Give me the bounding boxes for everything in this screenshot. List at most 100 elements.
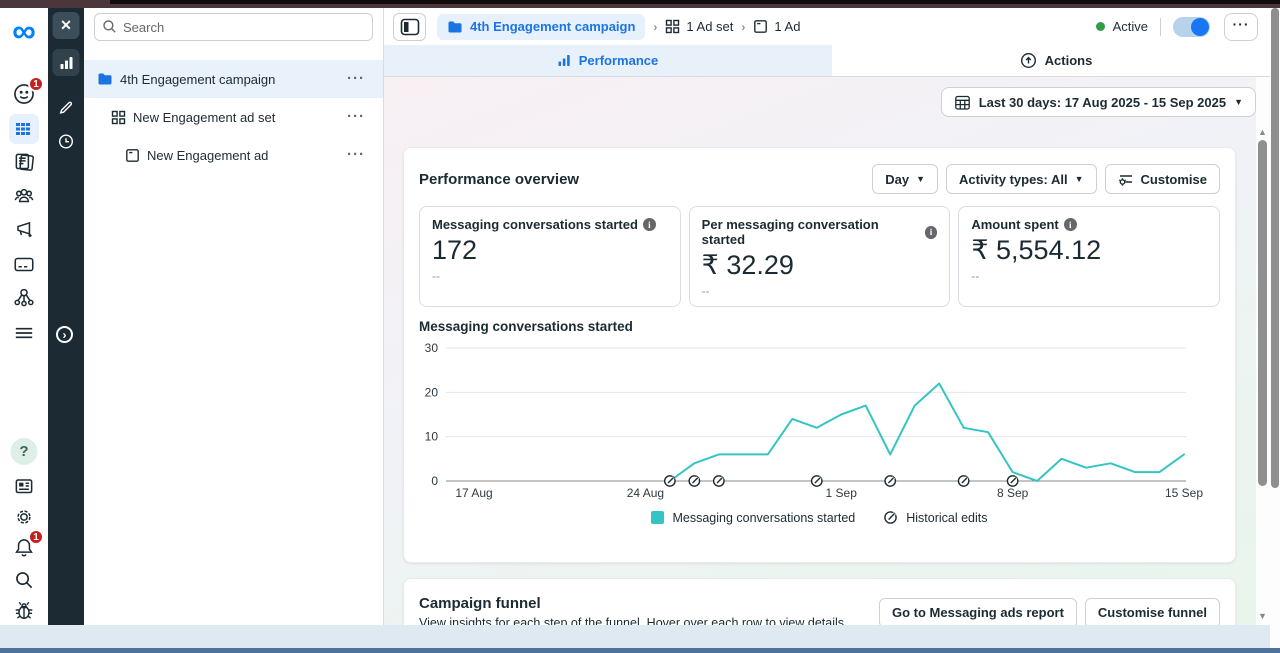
home-badge: 1 xyxy=(28,76,44,92)
info-icon[interactable]: i xyxy=(925,226,938,239)
ad-set-icon xyxy=(111,110,126,125)
campaigns-nav-button[interactable] xyxy=(9,114,39,144)
info-icon[interactable]: i xyxy=(643,218,656,231)
notifications-button[interactable]: 1 xyxy=(12,535,36,559)
date-range-button[interactable]: Last 30 days: 17 Aug 2025 - 15 Sep 2025 … xyxy=(941,87,1256,117)
whats-new-button[interactable] xyxy=(12,474,36,498)
svg-text:24 Aug: 24 Aug xyxy=(627,486,664,500)
folder-icon xyxy=(97,71,113,87)
metric-amount-spent: Amount spenti ₹ 5,554.12 -- xyxy=(958,206,1220,307)
charts-panel-button[interactable] xyxy=(53,49,80,76)
breadcrumb-label: 1 Ad xyxy=(774,19,800,34)
settings-button[interactable] xyxy=(12,505,36,529)
breadcrumb-ad-set[interactable]: 1 Ad set xyxy=(665,19,733,34)
search-icon xyxy=(12,568,36,592)
folder-icon xyxy=(447,19,463,35)
search-input[interactable] xyxy=(94,13,373,41)
metric-value: 172 xyxy=(432,235,668,266)
expand-rail-button[interactable]: › xyxy=(56,326,73,343)
metric-label: Per messaging conversation started xyxy=(702,217,920,247)
clock-icon xyxy=(58,133,75,150)
campaigns-table-icon xyxy=(13,118,35,140)
close-panel-button[interactable]: ✕ xyxy=(53,12,80,39)
collapse-sidebar-button[interactable] xyxy=(393,13,426,41)
scroll-content: Last 30 days: 17 Aug 2025 - 15 Sep 2025 … xyxy=(384,77,1256,625)
history-panel-button[interactable] xyxy=(53,128,80,155)
button-label: Customise xyxy=(1141,172,1207,187)
chart-legend: Messaging conversations started Historic… xyxy=(404,510,1235,525)
bar-chart-icon xyxy=(58,55,74,71)
window-footer-strip xyxy=(0,625,1280,648)
report-problem-button[interactable] xyxy=(12,598,36,622)
breadcrumb-label: 4th Engagement campaign xyxy=(470,19,635,34)
series-swatch xyxy=(651,511,664,524)
notifications-badge: 1 xyxy=(28,529,44,545)
messaging-ads-report-button[interactable]: Go to Messaging ads report xyxy=(879,598,1077,626)
legend-label: Messaging conversations started xyxy=(672,511,855,525)
newspaper-icon xyxy=(12,474,36,498)
metric-delta: -- xyxy=(702,284,938,298)
tree-row-campaign[interactable]: 4th Engagement campaign ··· xyxy=(84,60,383,98)
metric-delta: -- xyxy=(971,269,1207,283)
edit-panel-button[interactable] xyxy=(53,92,80,119)
scroll-up-arrow[interactable]: ▲ xyxy=(1256,127,1269,137)
tree-row-ad-set[interactable]: New Engagement ad set ··· xyxy=(84,98,383,136)
main-header: 4th Engagement campaign › 1 Ad set › 1 A… xyxy=(384,8,1280,45)
active-toggle[interactable] xyxy=(1173,17,1210,37)
customise-funnel-button[interactable]: Customise funnel xyxy=(1085,598,1220,626)
svg-text:17 Aug: 17 Aug xyxy=(455,486,492,500)
meta-logo-icon[interactable]: ∞ xyxy=(12,16,36,46)
window-title-strip xyxy=(0,0,1280,8)
legend-historical-edits: Historical edits xyxy=(883,510,987,525)
billing-button[interactable] xyxy=(12,252,36,276)
assets-button[interactable] xyxy=(12,285,36,309)
svg-text:15 Sep: 15 Sep xyxy=(1165,486,1203,500)
status-dot xyxy=(1096,22,1105,31)
breadcrumb-campaign[interactable]: 4th Engagement campaign xyxy=(437,14,645,40)
svg-text:20: 20 xyxy=(425,385,439,399)
audiences-button[interactable] xyxy=(12,184,36,208)
menu-lines-icon xyxy=(12,321,36,345)
tab-actions[interactable]: Actions xyxy=(832,45,1280,76)
info-icon[interactable]: i xyxy=(1064,218,1077,231)
granularity-dropdown[interactable]: Day ▼ xyxy=(872,164,938,194)
metric-label: Amount spent xyxy=(971,217,1058,232)
scroll-down-arrow[interactable]: ▼ xyxy=(1256,611,1269,621)
ad-icon xyxy=(125,148,140,163)
activity-types-dropdown[interactable]: Activity types: All ▼ xyxy=(946,164,1097,194)
breadcrumb-separator: › xyxy=(741,20,745,34)
metric-value: ₹ 32.29 xyxy=(702,250,938,281)
historical-edit-icon xyxy=(883,510,898,525)
tree-row-ad[interactable]: New Engagement ad ··· xyxy=(84,136,383,174)
breadcrumb-ad[interactable]: 1 Ad xyxy=(753,19,800,34)
sidebar-toggle-icon xyxy=(400,18,420,36)
tab-performance[interactable]: Performance xyxy=(384,45,832,76)
actions-arrow-icon xyxy=(1020,52,1037,69)
metric-cards: Messaging conversations startedi 172 -- … xyxy=(419,206,1220,307)
help-button[interactable]: ? xyxy=(11,438,38,465)
view-tabs: Performance Actions xyxy=(384,45,1280,77)
content-scrollbar-thumb[interactable] xyxy=(1258,140,1267,486)
ad-set-icon xyxy=(665,19,680,34)
search-icon xyxy=(102,19,117,34)
tree-row-label: New Engagement ad set xyxy=(133,110,275,125)
megaphone-icon xyxy=(12,218,36,242)
more-options-button[interactable]: ··· xyxy=(1224,13,1258,41)
global-search-button[interactable] xyxy=(12,568,36,592)
tab-label: Actions xyxy=(1045,53,1093,68)
ads-reporting-button[interactable] xyxy=(12,150,36,174)
page-scrollbar-thumb[interactable] xyxy=(1271,8,1279,488)
global-icon-rail: ∞ 1 xyxy=(0,8,48,625)
dropdown-label: Day xyxy=(885,172,909,187)
svg-text:1 Sep: 1 Sep xyxy=(826,486,858,500)
account-home-button[interactable]: 1 xyxy=(12,82,36,106)
customise-button[interactable]: Customise xyxy=(1105,164,1220,194)
performance-chart: 010203017 Aug24 Aug1 Sep8 Sep15 Sep xyxy=(404,334,1207,506)
all-tools-button[interactable] xyxy=(12,321,36,345)
performance-overview-card: Performance overview Day ▼ Activity type… xyxy=(403,147,1236,563)
tab-label: Performance xyxy=(579,53,658,68)
breadcrumb-separator: › xyxy=(653,20,657,34)
metric-cost-per-conversation: Per messaging conversation started i ₹ 32… xyxy=(689,206,951,307)
page-scrollbar xyxy=(1270,8,1280,648)
advertise-button[interactable] xyxy=(12,218,36,242)
